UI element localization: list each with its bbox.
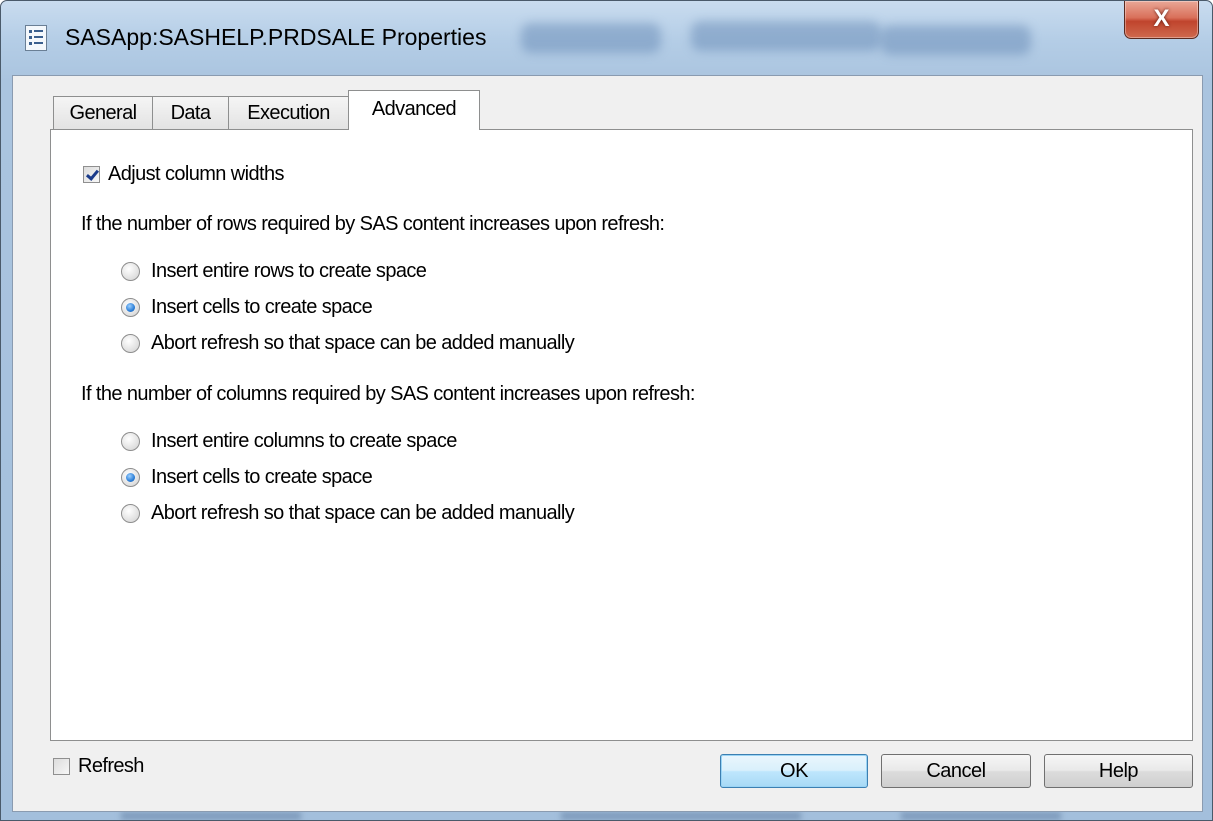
close-button[interactable]: X <box>1124 1 1199 39</box>
cancel-button-label: Cancel <box>926 760 986 782</box>
close-icon: X <box>1153 5 1170 32</box>
advanced-tab-panel: Adjust column widths If the number of ro… <box>50 129 1193 741</box>
rows-heading: If the number of rows required by SAS co… <box>81 213 665 235</box>
title-bar[interactable]: SASApp:SASHELP.PRDSALE Properties X <box>1 1 1212 75</box>
dialog-client-area: General Data Execution Advanced Adjust c… <box>12 75 1203 812</box>
tab-execution[interactable]: Execution <box>228 96 349 129</box>
ok-button[interactable]: OK <box>720 754 868 788</box>
radio-insert-cells-rows[interactable]: Insert cells to create space <box>121 296 373 319</box>
tab-general[interactable]: General <box>53 96 153 129</box>
tab-advanced[interactable]: Advanced <box>348 90 480 130</box>
checkbox-box[interactable] <box>83 166 100 183</box>
tab-label: Data <box>170 102 211 124</box>
radio-label: Abort refresh so that space can be added… <box>151 332 575 354</box>
radio-button[interactable] <box>121 262 140 281</box>
radio-insert-entire-columns[interactable]: Insert entire columns to create space <box>121 430 457 453</box>
refresh-checkbox[interactable]: Refresh <box>53 755 144 778</box>
glass-decoration <box>561 812 801 820</box>
tab-data[interactable]: Data <box>152 96 229 129</box>
radio-label: Insert entire columns to create space <box>151 430 457 452</box>
radio-label: Insert cells to create space <box>151 296 373 318</box>
radio-label: Insert cells to create space <box>151 466 373 488</box>
checkbox-box[interactable] <box>53 758 70 775</box>
tab-label: Execution <box>247 102 330 124</box>
properties-dialog: SASApp:SASHELP.PRDSALE Properties X Gene… <box>0 0 1213 821</box>
radio-label: Abort refresh so that space can be added… <box>151 502 575 524</box>
glass-decoration <box>901 812 1061 820</box>
radio-button[interactable] <box>121 504 140 523</box>
properties-list-icon[interactable] <box>25 25 47 51</box>
tab-label: General <box>69 102 138 124</box>
help-button-label: Help <box>1098 760 1139 782</box>
radio-button[interactable] <box>121 432 140 451</box>
tab-label: Advanced <box>371 98 457 120</box>
radio-abort-refresh-rows[interactable]: Abort refresh so that space can be added… <box>121 332 575 355</box>
radio-button[interactable] <box>121 298 140 317</box>
radio-insert-entire-rows[interactable]: Insert entire rows to create space <box>121 260 427 283</box>
radio-button[interactable] <box>121 334 140 353</box>
checkbox-label: Refresh <box>78 755 144 777</box>
cancel-button[interactable]: Cancel <box>881 754 1031 788</box>
glass-decoration <box>121 812 301 820</box>
radio-button[interactable] <box>121 468 140 487</box>
ok-button-label: OK <box>780 760 808 782</box>
radio-label: Insert entire rows to create space <box>151 260 427 282</box>
help-button[interactable]: Help <box>1044 754 1193 788</box>
checkbox-label: Adjust column widths <box>108 163 284 185</box>
radio-insert-cells-columns[interactable]: Insert cells to create space <box>121 466 373 489</box>
window-title: SASApp:SASHELP.PRDSALE Properties <box>65 24 487 50</box>
radio-abort-refresh-columns[interactable]: Abort refresh so that space can be added… <box>121 502 575 525</box>
columns-heading: If the number of columns required by SAS… <box>81 383 695 405</box>
adjust-column-widths-checkbox[interactable]: Adjust column widths <box>83 163 284 186</box>
